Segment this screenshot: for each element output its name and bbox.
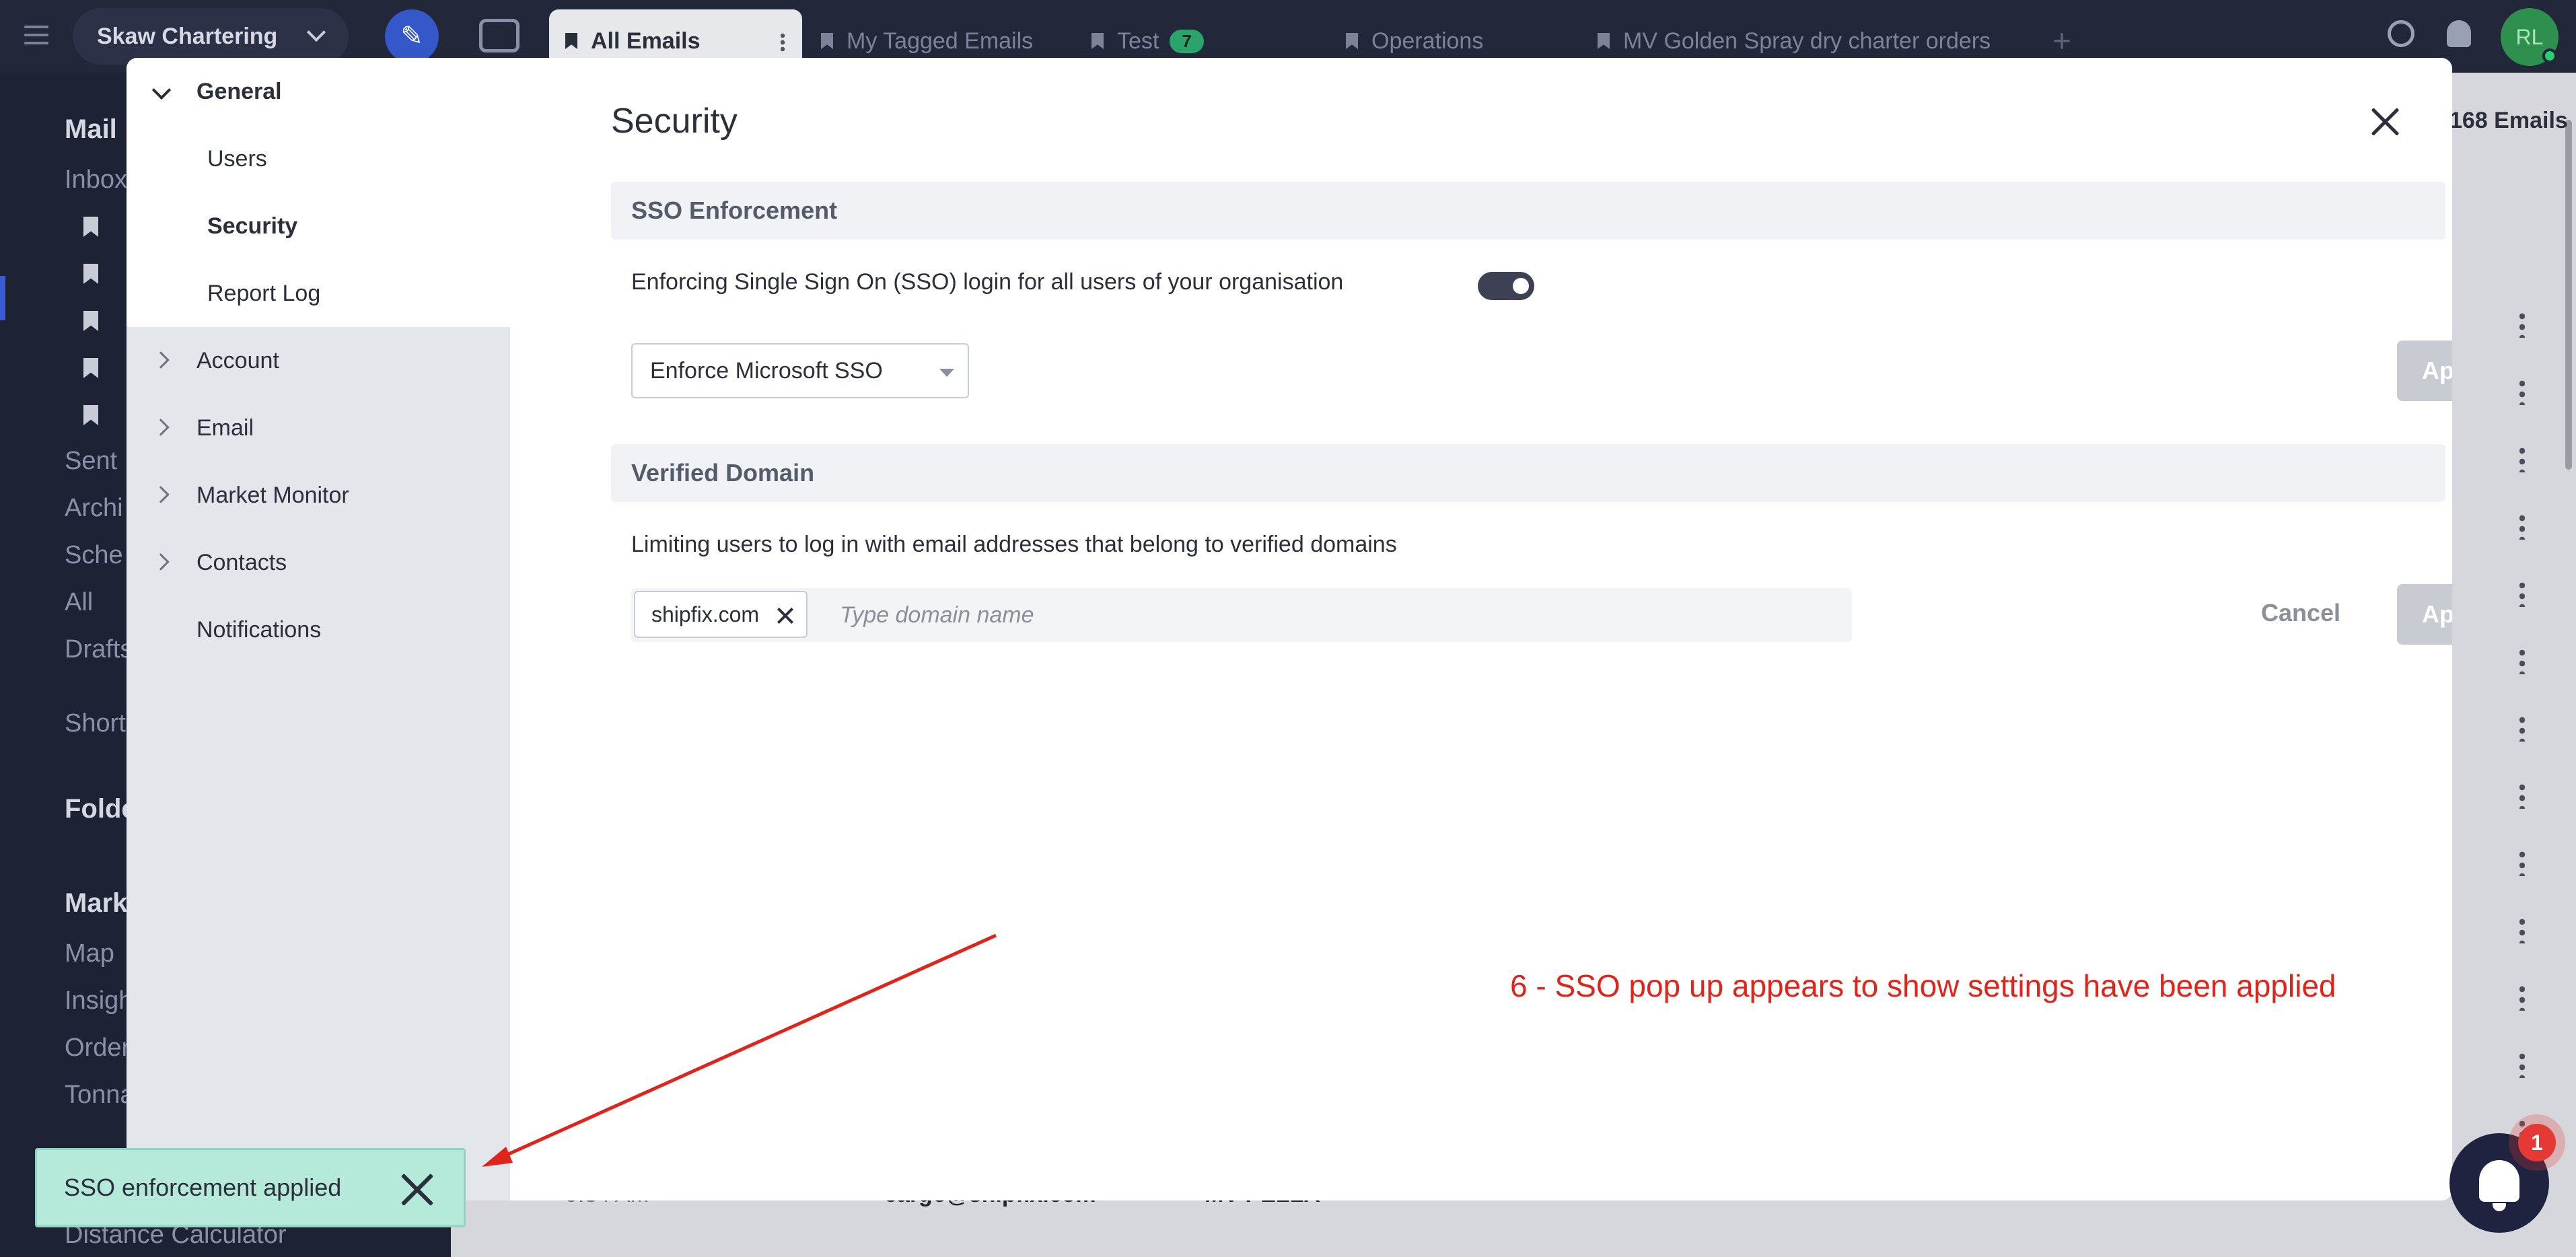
close-icon[interactable] (400, 1173, 434, 1207)
arrow-line (497, 933, 997, 1161)
bell-icon (2479, 1160, 2519, 1202)
success-toast: SSO enforcement applied (35, 1148, 466, 1227)
arrow-head (482, 1147, 513, 1167)
annotation-arrow (482, 933, 997, 1167)
notification-count-badge: 1 (2518, 1124, 2556, 1161)
toast-message: SSO enforcement applied (64, 1174, 342, 1201)
bell-clapper (2493, 1203, 2506, 1211)
